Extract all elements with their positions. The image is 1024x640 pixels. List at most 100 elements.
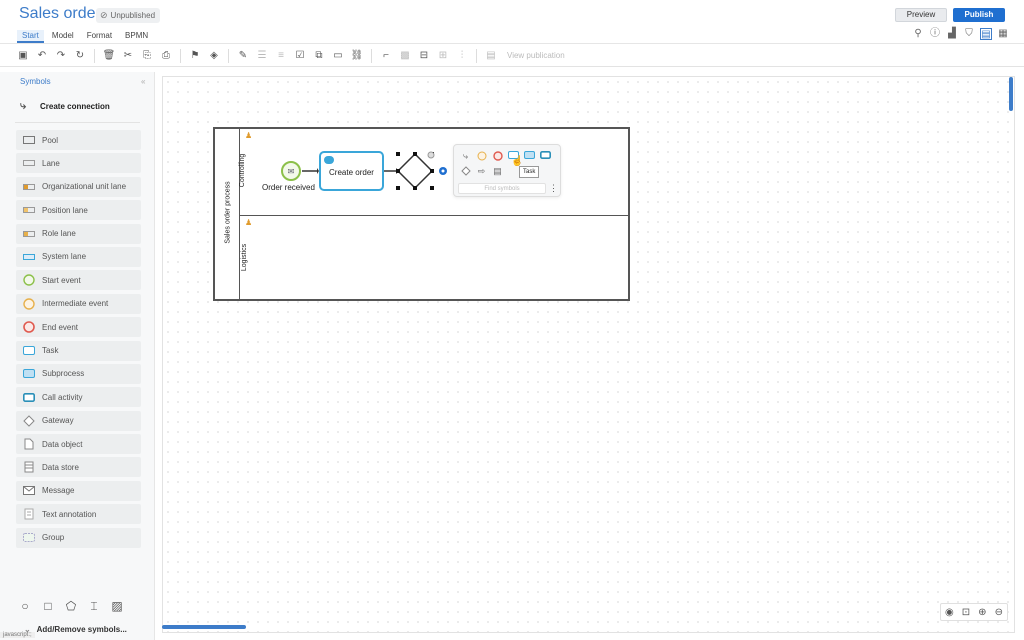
symbol-message[interactable]: Message — [16, 480, 141, 501]
symbol-org-unit-lane[interactable]: Organizational unit lane — [16, 176, 141, 197]
gateway-icon[interactable] — [460, 166, 471, 176]
square-icon[interactable]: □ — [41, 599, 55, 614]
chart-icon[interactable]: ▟ — [946, 28, 958, 40]
paste-icon[interactable]: ⎙ — [159, 49, 173, 63]
image-icon[interactable]: ▨ — [110, 599, 124, 614]
subprocess-icon[interactable] — [524, 151, 535, 161]
text-box-icon[interactable]: ⌶ — [87, 599, 101, 614]
symbol-group[interactable]: Group — [16, 527, 141, 548]
tab-start[interactable]: Start — [17, 30, 44, 43]
symbol-intermediate-event[interactable]: Intermediate event — [16, 293, 141, 314]
symbol-system-lane[interactable]: System lane — [16, 246, 141, 267]
tab-format[interactable]: Format — [82, 30, 117, 43]
more-options-icon[interactable]: ⋮ — [549, 183, 558, 194]
align-icon[interactable]: ⊟ — [417, 49, 431, 63]
publication-icon[interactable]: ▤ — [484, 49, 498, 63]
symbol-data-store[interactable]: Data store — [16, 457, 141, 478]
intermediate-event-icon[interactable] — [476, 151, 487, 161]
symbol-label: Role lane — [42, 229, 76, 239]
text-annotation-icon — [16, 508, 42, 520]
horizontal-scrollbar[interactable] — [162, 625, 246, 629]
group-icon — [16, 533, 42, 543]
circle-icon[interactable]: ○ — [18, 599, 32, 614]
symbol-label: Position lane — [42, 205, 88, 215]
shield-icon[interactable]: ⛉ — [963, 28, 975, 40]
symbol-role-lane[interactable]: Role lane — [16, 223, 141, 244]
table-view-icon[interactable]: ▦ — [997, 28, 1009, 40]
format-painter-icon[interactable]: ⚑ — [188, 49, 202, 63]
person-icon: ♟ — [245, 131, 253, 140]
symbol-search-input[interactable]: Find symbols — [458, 183, 546, 194]
zoom-fit-icon[interactable]: ⊡ — [962, 607, 970, 618]
arrow-icon[interactable]: ⇨ — [476, 166, 487, 176]
form-view-icon[interactable]: ▤ — [980, 28, 992, 40]
symbol-end-event[interactable]: End event — [16, 317, 141, 338]
delete-icon[interactable]: 🗑 — [102, 49, 116, 63]
info-icon[interactable]: ⓘ — [929, 28, 941, 40]
copy-icon[interactable]: ⎘ — [140, 49, 154, 63]
vertical-scrollbar[interactable] — [1009, 77, 1013, 111]
tab-model[interactable]: Model — [47, 30, 79, 43]
add-remove-symbols-button[interactable]: ⌄ Add/Remove symbols... — [24, 625, 127, 634]
create-connection-button[interactable]: ⤷ Create connection — [20, 100, 110, 113]
header-tools: ⚲ ⓘ ▟ ⛉ ▤ ▦ — [912, 28, 1009, 40]
tooltip: Task — [519, 166, 540, 178]
symbol-task[interactable]: Task — [16, 340, 141, 361]
undo-icon[interactable]: ↶ — [35, 49, 49, 63]
gateway[interactable] — [398, 152, 434, 192]
link-icon[interactable]: ⛓ — [350, 49, 364, 63]
symbol-data-object[interactable]: Data object — [16, 434, 141, 455]
line-weight-icon[interactable]: ≡ — [274, 49, 288, 63]
refresh-icon[interactable]: ↻ — [73, 49, 87, 63]
pool-icon — [16, 136, 42, 144]
status-bar: javascript:; — [0, 632, 35, 638]
symbol-gateway[interactable]: Gateway — [16, 410, 141, 431]
symbol-subprocess[interactable]: Subprocess — [16, 363, 141, 384]
start-event[interactable]: ✉ — [281, 161, 301, 181]
intermediate-event-icon — [16, 298, 42, 310]
symbol-pool[interactable]: Pool — [16, 130, 141, 150]
redo-icon[interactable]: ↷ — [54, 49, 68, 63]
sidebar-divider — [15, 122, 140, 123]
edit-shape-icon[interactable]: ☑ — [293, 49, 307, 63]
line-color-icon[interactable]: ✎ — [236, 49, 250, 63]
pool-header[interactable]: Sales order process — [215, 129, 240, 299]
zoom-in-icon[interactable]: ⊕ — [978, 607, 986, 618]
collapse-icon[interactable]: « — [141, 77, 145, 86]
publish-button[interactable]: Publish — [953, 8, 1005, 22]
pentagon-icon[interactable]: ⬠ — [64, 599, 78, 614]
distribute-icon[interactable]: ⊞ — [436, 49, 450, 63]
symbol-label: Data store — [42, 462, 79, 472]
save-icon[interactable]: ▣ — [16, 49, 30, 63]
symbol-start-event[interactable]: Start event — [16, 270, 141, 291]
lane-logistics[interactable]: ♟ Logistics — [240, 216, 628, 300]
symbol-call-activity[interactable]: Call activity — [16, 387, 141, 408]
task-create-order[interactable]: Create order — [319, 151, 384, 191]
symbol-position-lane[interactable]: Position lane — [16, 200, 141, 221]
symbols-sidebar: Symbols « ⤷ Create connection Pool Lane … — [0, 72, 155, 640]
call-activity-icon[interactable] — [540, 151, 551, 161]
attach-icon[interactable]: ⧉ — [312, 49, 326, 63]
connection-icon[interactable]: ⤷ — [460, 151, 471, 161]
search-icon[interactable]: ⚲ — [912, 28, 924, 40]
symbol-label: Task — [42, 346, 59, 356]
eye-icon[interactable]: ◉ — [945, 607, 954, 618]
arrange-icon[interactable]: ⫶ — [455, 49, 469, 63]
symbol-lane[interactable]: Lane — [16, 153, 141, 174]
grid-icon[interactable]: ▩ — [398, 49, 412, 63]
end-event-icon[interactable] — [492, 151, 503, 161]
connector-icon[interactable]: ⌐ — [379, 49, 393, 63]
fill-color-icon[interactable]: ◈ — [207, 49, 221, 63]
popup-row: ⇨ ▤ — [460, 166, 503, 176]
cut-icon[interactable]: ✂ — [121, 49, 135, 63]
tab-bpmn[interactable]: BPMN — [120, 30, 153, 43]
preview-button[interactable]: Preview — [895, 8, 947, 22]
line-style-icon[interactable]: ☰ — [255, 49, 269, 63]
lane-label: Logistics — [241, 243, 249, 272]
shape-size-icon[interactable]: ▭ — [331, 49, 345, 63]
app-window: Sales order ⊘ Unpublished Start Model Fo… — [0, 0, 1024, 640]
view-publication-button[interactable]: View publication — [507, 51, 565, 60]
symbol-text-annotation[interactable]: Text annotation — [16, 504, 141, 525]
data-store-icon[interactable]: ▤ — [492, 166, 503, 176]
zoom-out-icon[interactable]: ⊖ — [995, 607, 1003, 618]
